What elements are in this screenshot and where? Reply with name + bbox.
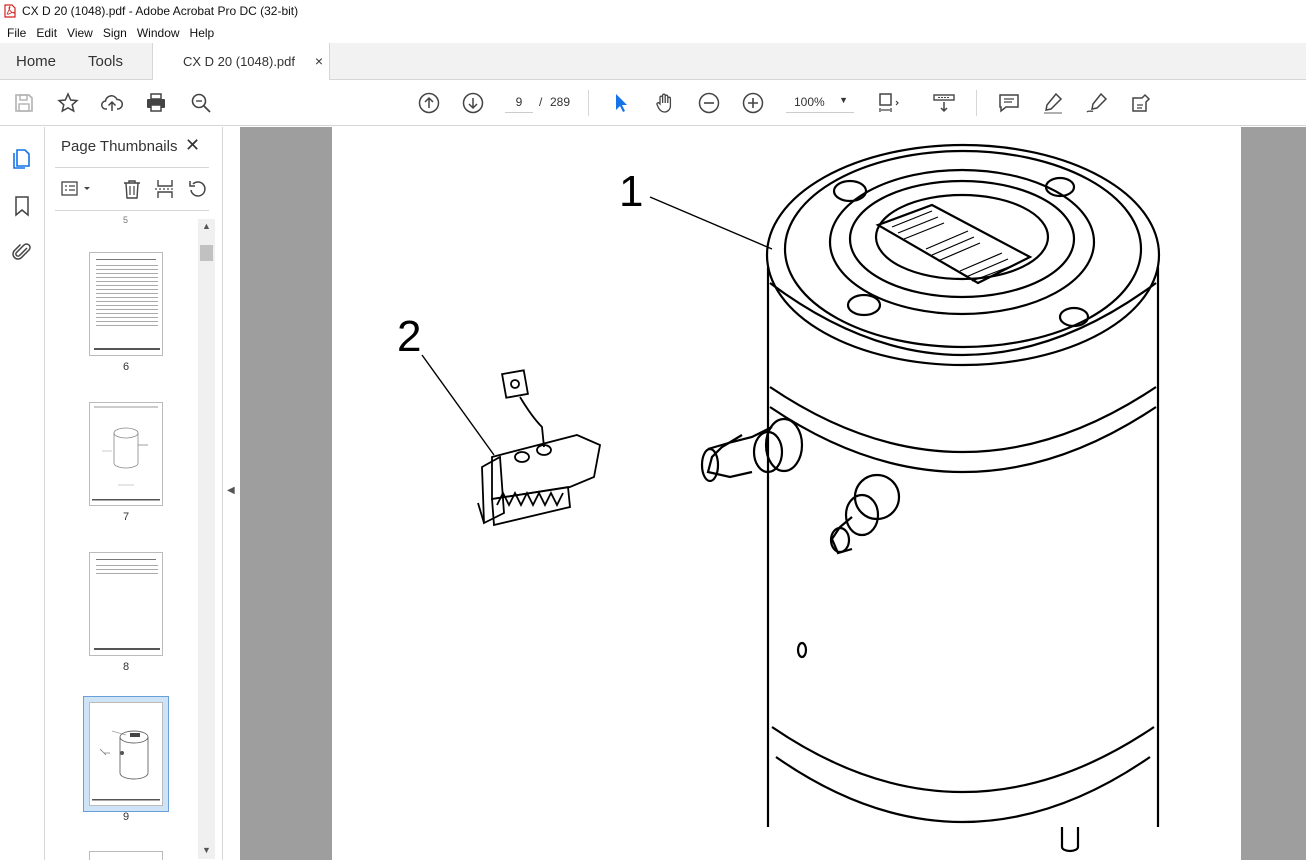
- thumbnail-label: 7: [122, 511, 130, 523]
- scroll-down-icon[interactable]: ▼: [202, 845, 211, 855]
- split-page-icon[interactable]: [154, 178, 176, 200]
- thumbnail-label: 6: [122, 361, 130, 373]
- zoom-value: 100%: [794, 95, 825, 109]
- pdf-page: 1 2: [332, 127, 1241, 860]
- tab-document[interactable]: CX D 20 (1048).pdf ×: [152, 43, 330, 80]
- zoom-in-icon[interactable]: [741, 91, 765, 115]
- menu-file[interactable]: File: [2, 26, 31, 40]
- upload-share-icon[interactable]: [100, 91, 124, 115]
- tab-document-label: CX D 20 (1048).pdf: [183, 54, 296, 69]
- thumbnail-label: 9: [122, 811, 130, 823]
- previous-page-icon[interactable]: [417, 91, 441, 115]
- select-cursor-icon[interactable]: [609, 91, 633, 115]
- menu-edit[interactable]: Edit: [31, 26, 62, 40]
- rotate-icon[interactable]: [187, 178, 209, 200]
- page-thumbnails-panel: Page Thumbnails ✕ 5 6 7 8 9 ▲ ▼: [45, 127, 223, 860]
- thumbnail-page-8[interactable]: [89, 552, 163, 656]
- tab-home[interactable]: Home: [0, 43, 71, 79]
- page-fit-icon[interactable]: [876, 91, 900, 115]
- zoom-select[interactable]: 100% ▼: [786, 91, 854, 113]
- close-panel-icon[interactable]: ✕: [185, 135, 200, 156]
- thumbnail-toolbar: [55, 167, 209, 211]
- thumbnail-drawing-icon: [92, 730, 160, 801]
- page-total: 289: [550, 95, 571, 109]
- edit-stamp-icon[interactable]: [1129, 91, 1153, 115]
- tab-bar: Home Tools CX D 20 (1048).pdf ×: [0, 43, 1306, 80]
- chevron-down-icon: ▼: [839, 95, 848, 105]
- menu-view[interactable]: View: [62, 26, 98, 40]
- page-separator: /: [539, 95, 543, 109]
- delete-trash-icon[interactable]: [121, 178, 143, 200]
- scroll-up-icon[interactable]: ▲: [202, 221, 211, 231]
- menu-help[interactable]: Help: [185, 26, 220, 40]
- thumbnail-page-7[interactable]: [89, 402, 163, 506]
- page-thumbnails-icon[interactable]: [10, 147, 34, 171]
- title-bar: CX D 20 (1048).pdf - Adobe Acrobat Pro D…: [0, 0, 1306, 22]
- chevron-down-icon[interactable]: [81, 178, 93, 200]
- scroll-mode-icon[interactable]: [932, 91, 956, 115]
- thumbnail-partial: 5: [123, 215, 129, 225]
- collapse-left-icon[interactable]: ◀: [227, 485, 235, 496]
- thumbnail-page-10-partial[interactable]: [89, 851, 163, 860]
- next-page-icon[interactable]: [461, 91, 485, 115]
- navigation-rail: [0, 127, 45, 860]
- draw-freehand-icon[interactable]: [1085, 91, 1109, 115]
- thumbnail-page-9[interactable]: [83, 696, 169, 812]
- menu-bar: File Edit View Sign Window Help: [0, 22, 1306, 43]
- hand-pan-icon[interactable]: [653, 91, 677, 115]
- document-view[interactable]: 1 2: [240, 127, 1306, 860]
- thumbnail-options-icon[interactable]: [61, 178, 83, 200]
- comment-icon[interactable]: [997, 91, 1021, 115]
- acrobat-pdf-icon: [4, 4, 16, 18]
- motor-technical-drawing: [421, 143, 1161, 853]
- thumbnail-drawing-icon: [92, 406, 160, 501]
- menu-window[interactable]: Window: [132, 26, 185, 40]
- window-title: CX D 20 (1048).pdf - Adobe Acrobat Pro D…: [22, 4, 299, 18]
- thumbnail-page-6[interactable]: [89, 252, 163, 356]
- thumbnail-label: 8: [122, 661, 130, 673]
- menu-sign[interactable]: Sign: [98, 26, 132, 40]
- attachment-paperclip-icon[interactable]: [10, 240, 34, 264]
- star-bookmark-icon[interactable]: [56, 91, 80, 115]
- panel-title: Page Thumbnails: [61, 138, 178, 155]
- bookmark-icon[interactable]: [10, 194, 34, 218]
- highlight-pen-icon[interactable]: [1041, 91, 1065, 115]
- close-tab-icon[interactable]: ×: [315, 53, 323, 69]
- toolbar-divider: [588, 90, 589, 116]
- tab-tools[interactable]: Tools: [71, 43, 152, 79]
- print-icon[interactable]: [144, 91, 168, 115]
- zoom-out-icon[interactable]: [697, 91, 721, 115]
- zoom-search-icon[interactable]: [189, 91, 213, 115]
- main-toolbar: / 289 100% ▼: [0, 80, 1306, 126]
- panel-collapse-handle[interactable]: ◀: [223, 127, 240, 860]
- save-icon[interactable]: [12, 91, 36, 115]
- page-number-input[interactable]: [505, 91, 533, 113]
- thumbnail-scrollbar[interactable]: ▲ ▼: [198, 219, 215, 859]
- toolbar-divider: [976, 90, 977, 116]
- scrollbar-thumb[interactable]: [200, 245, 213, 261]
